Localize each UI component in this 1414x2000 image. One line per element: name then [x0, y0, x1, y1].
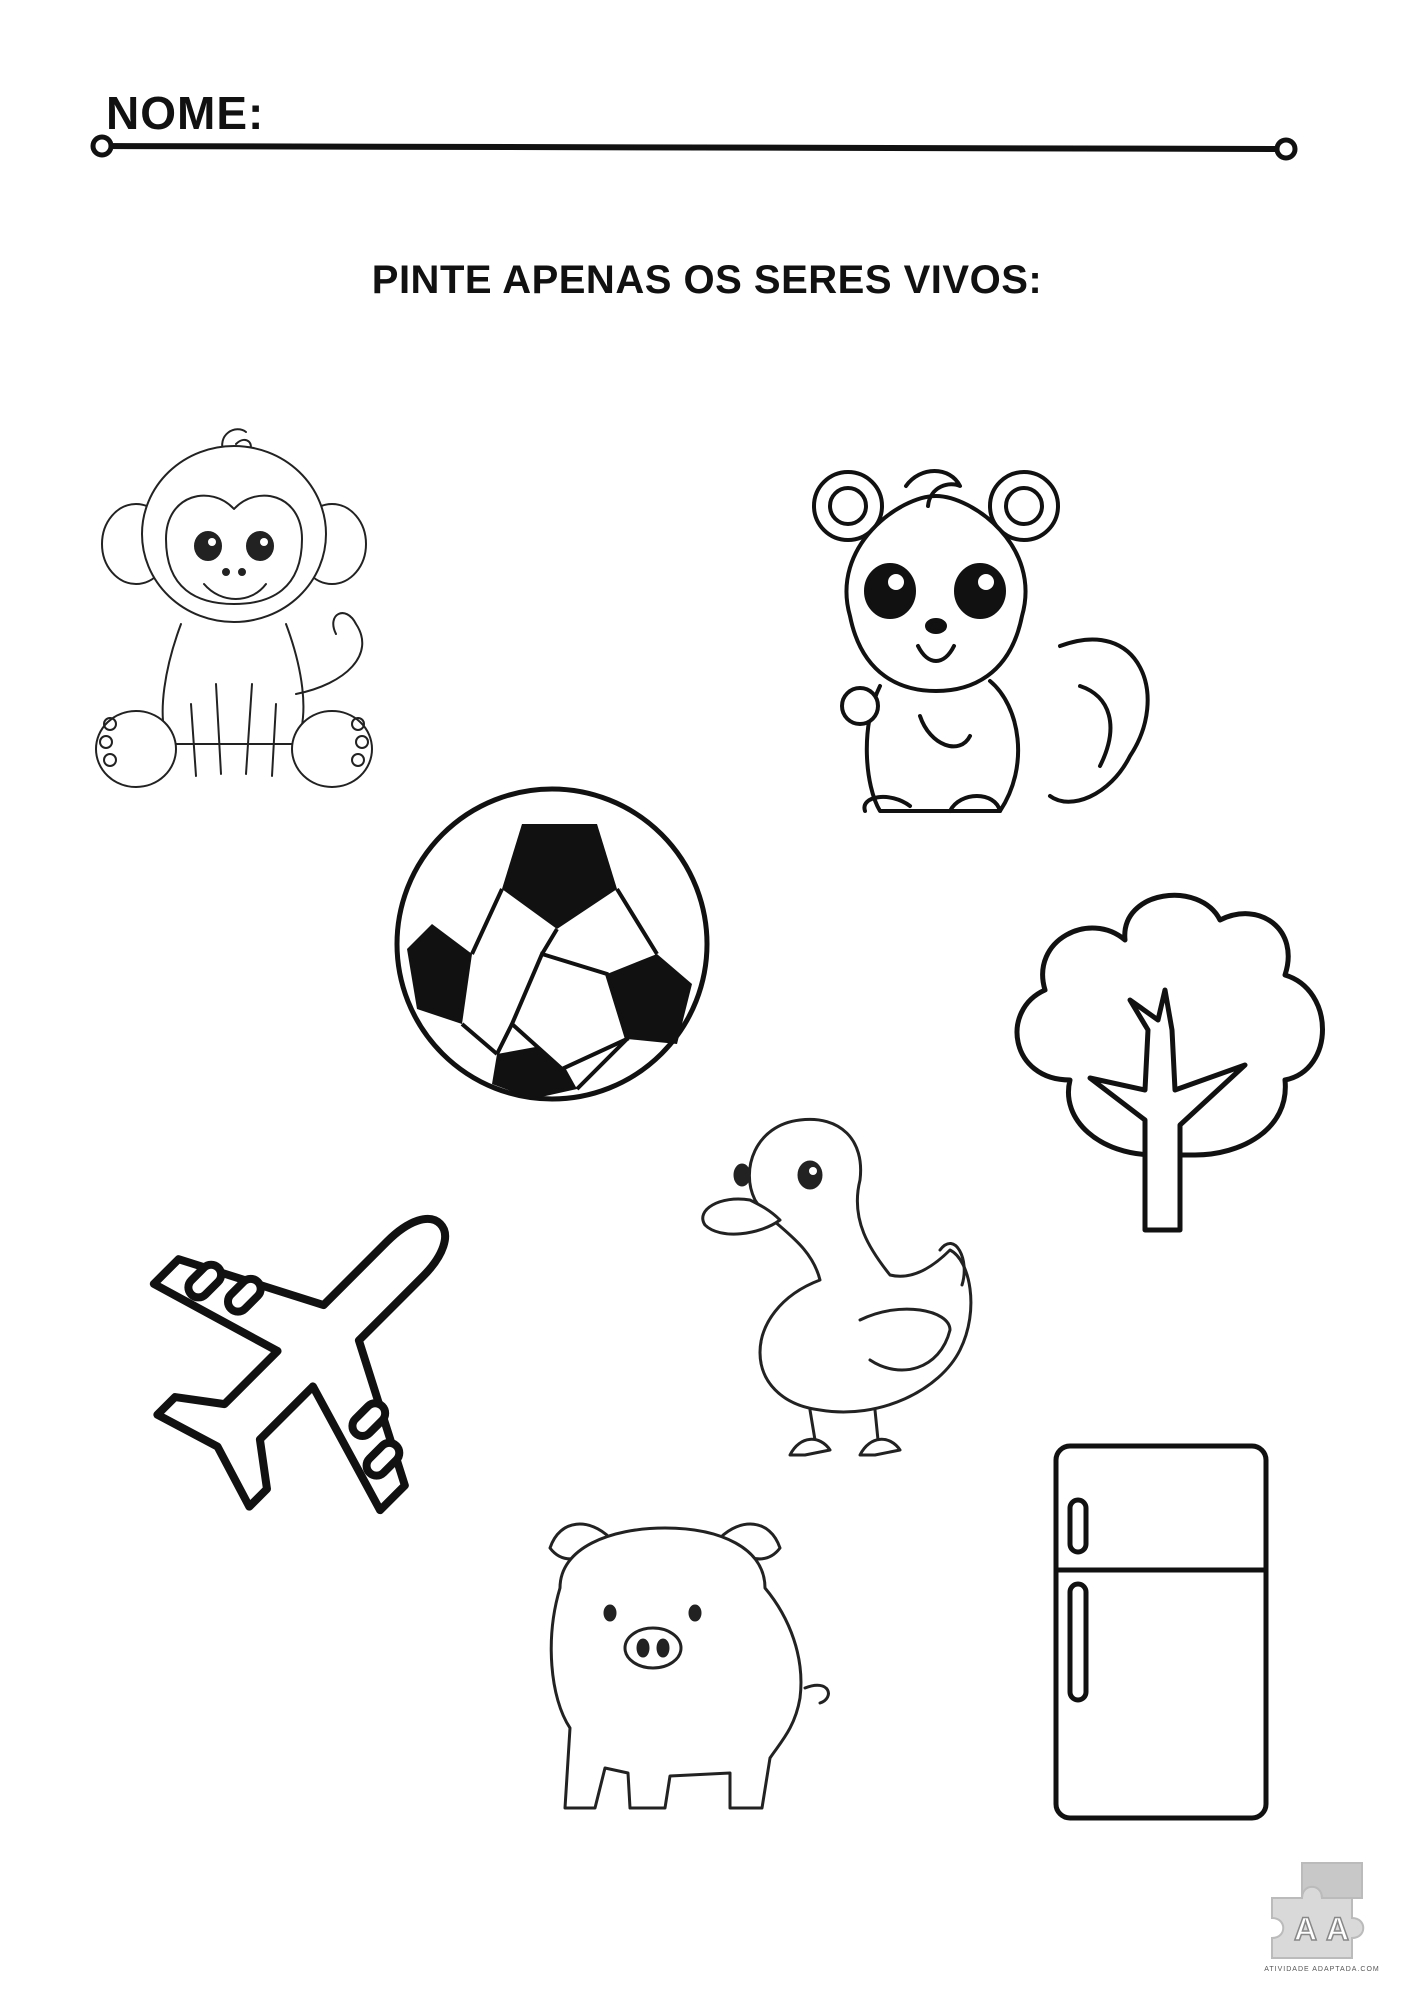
name-line[interactable]	[90, 130, 1300, 170]
instruction-title: PINTE APENAS OS SERES VIVOS:	[371, 258, 1043, 302]
logo-subtitle: ATIVIDADE ADAPTADA.COM	[1264, 1966, 1380, 1973]
tree-icon[interactable]	[1000, 880, 1330, 1240]
pig-icon[interactable]	[530, 1518, 850, 1818]
svg-text:A: A	[1294, 1911, 1317, 1947]
refrigerator-icon[interactable]	[1052, 1442, 1270, 1822]
airplane-icon[interactable]	[140, 1164, 500, 1524]
soccer-ball-icon[interactable]	[392, 784, 712, 1104]
svg-text:A: A	[1326, 1911, 1349, 1947]
puzzle-logo-icon: A A	[1271, 1862, 1365, 1959]
monkey-icon[interactable]	[96, 424, 372, 794]
duck-icon[interactable]	[700, 1110, 1010, 1470]
squirrel-icon[interactable]	[810, 466, 1160, 830]
